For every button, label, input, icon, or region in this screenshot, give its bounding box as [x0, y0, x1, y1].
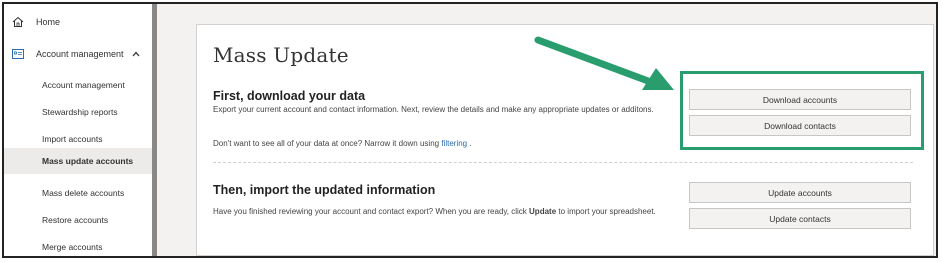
sidebar-item-merge-accounts[interactable]: Merge accounts [42, 242, 102, 252]
import-description-start: Have you finished reviewing your account… [213, 207, 527, 216]
nav-account-management[interactable]: Account management [12, 48, 140, 60]
section-divider [213, 162, 913, 163]
narrow-down-end: . [469, 139, 472, 148]
download-heading: First, download your data [213, 89, 366, 103]
import-description-end: to import your spreadsheet. [558, 207, 656, 216]
filtering-link[interactable]: filtering [441, 139, 467, 148]
sidebar-scrollbar[interactable] [152, 4, 157, 256]
nav-account-management-label: Account management [36, 49, 124, 59]
sidebar-item-import-accounts[interactable]: Import accounts [42, 134, 102, 144]
narrow-down-text: Don't want to see all of your data at on… [213, 138, 673, 149]
sidebar: Home Account management Account manageme… [4, 4, 152, 256]
narrow-down-label: Don't want to see all of your data at on… [213, 139, 440, 148]
page-title: Mass Update [213, 43, 349, 67]
sidebar-item-stewardship-reports[interactable]: Stewardship reports [42, 107, 118, 117]
sidebar-item-account-management[interactable]: Account management [42, 80, 125, 90]
download-buttons-highlight [680, 71, 924, 150]
sidebar-item-mass-update-accounts[interactable]: Mass update accounts [4, 148, 152, 174]
pointer-arrow-icon [534, 36, 674, 90]
update-accounts-button[interactable]: Update accounts [689, 182, 911, 203]
contact-card-icon [12, 48, 24, 60]
update-contacts-button[interactable]: Update contacts [689, 208, 911, 229]
import-description: Have you finished reviewing your account… [213, 206, 663, 217]
nav-home[interactable]: Home [12, 16, 60, 28]
app-window: Home Account management Account manageme… [2, 2, 938, 258]
download-description: Export your current account and contact … [213, 105, 654, 114]
import-heading: Then, import the updated information [213, 183, 436, 197]
nav-home-label: Home [36, 17, 61, 27]
home-icon [12, 16, 24, 28]
sidebar-item-restore-accounts[interactable]: Restore accounts [42, 215, 108, 225]
sidebar-item-mass-delete-accounts[interactable]: Mass delete accounts [42, 188, 124, 198]
chevron-up-icon[interactable] [132, 50, 140, 59]
update-keyword: Update [529, 207, 557, 216]
